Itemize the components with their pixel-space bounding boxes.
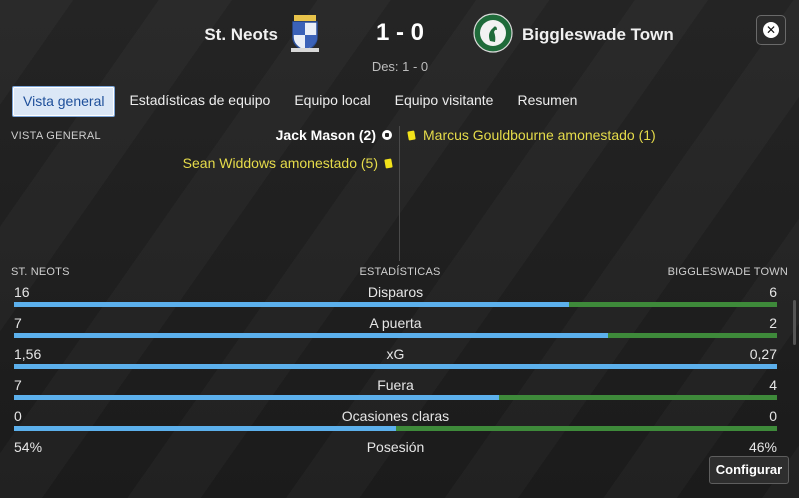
stat-bar [14,333,777,338]
stat-bar-home-fill [14,395,500,400]
tab-away-team[interactable]: Equipo visitante [385,86,504,115]
close-icon: ✕ [763,22,779,38]
stat-away-value: 4 [769,377,777,393]
home-card-event[interactable]: Sean Widdows amonestado (5) [182,155,393,171]
stat-bar [14,426,777,431]
stat-name: xG [386,346,405,362]
events-divider [399,126,400,261]
stat-name: Ocasiones claras [341,408,450,424]
configure-button[interactable]: Configurar [709,456,789,484]
stat-away-value: 0,27 [749,346,777,362]
home-team-crest-icon[interactable] [289,15,321,53]
stat-bar [14,364,777,369]
stat-row-off-target: 7 Fuera 4 [14,377,777,408]
stat-row-xg: 1,56 xG 0,27 [14,346,777,377]
stat-bar-home-fill [14,364,777,369]
yellow-card-icon [407,129,416,141]
overview-section-label: VISTA GENERAL [11,130,101,142]
stat-away-value: 6 [769,284,777,300]
yellow-card-icon [384,157,393,169]
stat-row-clear-chances: 0 Ocasiones claras 0 [14,408,777,439]
tab-bar: Vista general Estadísticas de equipo Equ… [12,86,591,117]
stats-away-label: BIGGLESWADE TOWN [667,266,788,278]
home-team-name[interactable]: St. Neots [204,25,278,45]
football-icon [382,130,392,140]
tab-team-stats[interactable]: Estadísticas de equipo [119,86,280,115]
tab-summary[interactable]: Resumen [507,86,587,115]
close-button[interactable]: ✕ [756,15,786,45]
match-header: St. Neots 1 - 0 Des: 1 - 0 Biggleswade T… [0,0,799,80]
stat-away-value: 46% [748,439,777,455]
stat-name: Disparos [367,284,424,300]
stat-away-value: 2 [769,315,777,331]
scrollbar[interactable] [793,300,796,345]
away-team-name[interactable]: Biggleswade Town [522,25,674,45]
match-score: 1 - 0 [375,19,425,46]
stat-row-shots: 16 Disparos 6 [14,284,777,315]
stat-row-possession: 54% Posesión 46% [14,439,777,470]
tab-overview[interactable]: Vista general [12,86,116,117]
tab-home-team[interactable]: Equipo local [284,86,380,115]
stat-bar-home-fill [14,302,569,307]
home-goal-event[interactable]: Jack Mason (2) [276,127,392,143]
stat-name: Fuera [377,377,414,393]
stat-away-value: 0 [769,408,777,424]
away-card-event[interactable]: Marcus Gouldbourne amonestado (1) [407,127,656,143]
stat-row-on-target: 7 A puerta 2 [14,315,777,346]
stat-bar [14,302,777,307]
stat-bar-home-fill [14,333,608,338]
goal-event-text: Jack Mason (2) [275,127,376,143]
stat-name: A puerta [369,315,422,331]
card-event-text: Marcus Gouldbourne amonestado (1) [423,127,656,143]
stats-title: ESTADÍSTICAS [359,266,441,278]
card-event-text: Sean Widdows amonestado (5) [182,155,378,171]
stats-home-label: ST. NEOTS [11,266,70,278]
stat-bar [14,395,777,400]
halftime-score: Des: 1 - 0 [371,59,429,74]
stat-bar-home-fill [14,426,396,431]
stat-name: Posesión [366,439,425,455]
away-team-crest-icon[interactable] [473,13,513,53]
